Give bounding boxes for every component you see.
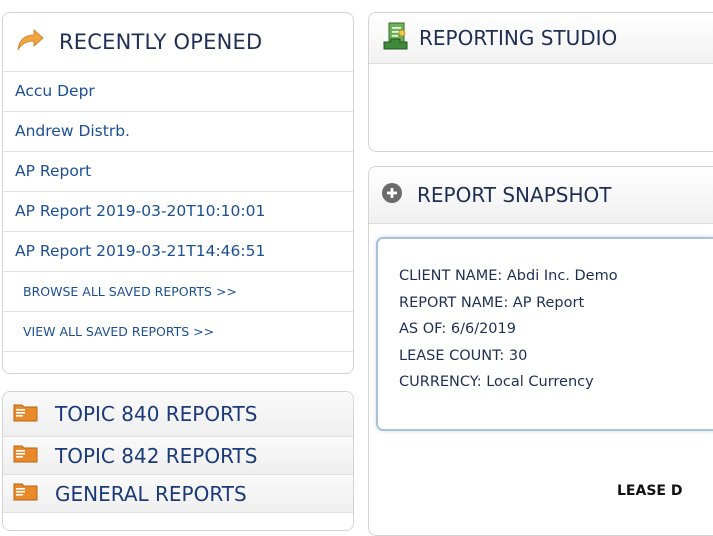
curved-arrow-icon [15,28,45,56]
recently-opened-title: RECENTLY OPENED [59,30,263,54]
reporting-studio-title: REPORTING STUDIO [419,26,618,50]
report-snapshot-header[interactable]: REPORT SNAPSHOT [369,167,713,224]
report-document-icon [383,22,409,54]
recently-opened-panel: RECENTLY OPENED Accu Depr Andrew Distrb.… [2,12,354,374]
folder-icon [13,480,39,507]
recent-report-link[interactable]: AP Report 2019-03-20T10:10:01 [3,192,353,232]
recent-report-link[interactable]: AP Report [3,152,353,192]
topic-label: TOPIC 840 REPORTS [55,402,258,426]
recent-report-link[interactable]: Andrew Distrb. [3,112,353,152]
lease-count: LEASE COUNT: 30 [399,347,528,364]
topic-label: GENERAL REPORTS [55,481,247,506]
recent-report-link[interactable]: AP Report 2019-03-21T14:46:51 [3,232,353,272]
report-snapshot-panel: REPORT SNAPSHOT CLIENT NAME: Abdi Inc. D… [368,166,713,536]
folder-icon [13,442,39,469]
view-all-saved-reports-link[interactable]: VIEW ALL SAVED REPORTS >> [3,312,353,352]
topic-842-reports-button[interactable]: TOPIC 842 REPORTS [3,437,353,475]
plus-circle-icon[interactable] [381,182,403,208]
reporting-studio-header[interactable]: REPORTING STUDIO [369,13,713,64]
topic-840-reports-button[interactable]: TOPIC 840 REPORTS [3,392,353,437]
report-snapshot-card: CLIENT NAME: Abdi Inc. Demo REPORT NAME:… [376,237,713,431]
report-categories-panel: TOPIC 840 REPORTS TOPIC 842 REPORTS GENE… [2,391,354,531]
report-snapshot-title: REPORT SNAPSHOT [417,183,612,207]
currency: CURRENCY: Local Currency [399,374,594,390]
browse-all-saved-reports-link[interactable]: BROWSE ALL SAVED REPORTS >> [3,272,353,312]
report-name: REPORT NAME: AP Report [399,294,585,311]
topic-label: TOPIC 842 REPORTS [55,443,258,468]
general-reports-button[interactable]: GENERAL REPORTS [3,475,353,513]
recently-opened-header: RECENTLY OPENED [3,13,353,72]
recent-report-link[interactable]: Accu Depr [3,72,353,112]
recent-reports-list: Accu Depr Andrew Distrb. AP Report AP Re… [3,72,353,272]
reporting-studio-panel: REPORTING STUDIO [368,12,713,152]
client-name: CLIENT NAME: Abdi Inc. Demo [399,268,618,284]
as-of-date: AS OF: 6/6/2019 [399,321,516,337]
lease-section-heading: LEASE D [617,483,683,499]
folder-icon [13,401,39,428]
